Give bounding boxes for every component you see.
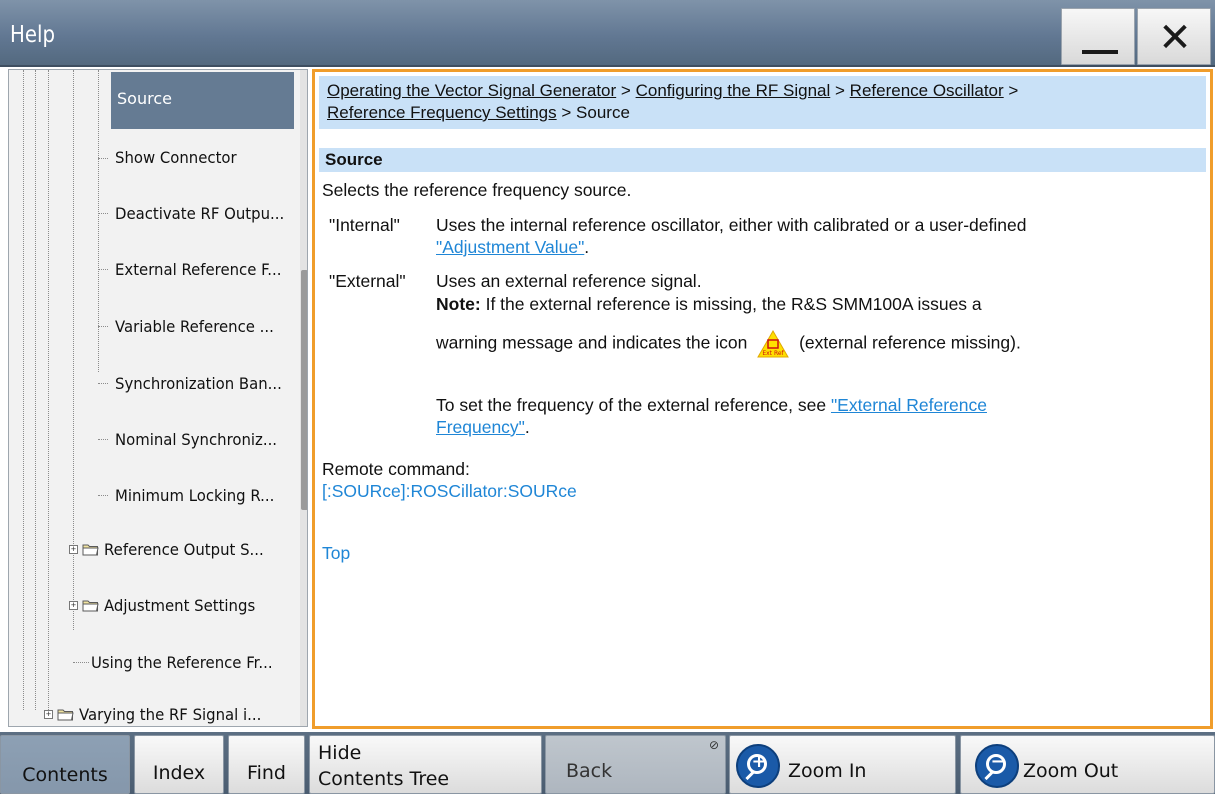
find-button[interactable]: Find xyxy=(228,735,305,794)
index-button-label: Index xyxy=(152,762,206,784)
tree-item-adjustment-settings[interactable]: Adjustment Settings xyxy=(104,590,255,622)
period: . xyxy=(524,417,530,437)
internal-description: Uses the internal reference oscillator, … xyxy=(436,215,1027,235)
index-button[interactable]: Index xyxy=(134,735,224,794)
tree-guide-line xyxy=(23,70,24,710)
bottom-toolbar: Contents Index Find Hide Contents Tree B… xyxy=(0,732,1215,794)
zoom-out-button[interactable]: − Zoom Out xyxy=(960,735,1215,794)
note-text-before-icon: warning message and indicates the icon xyxy=(436,332,748,353)
contents-tree[interactable]: Source Show Connector Deactivate RF Outp… xyxy=(8,69,308,727)
breadcrumb-separator: > xyxy=(620,81,631,100)
expand-icon[interactable]: + xyxy=(69,601,78,610)
note-text: If the external reference is missing, th… xyxy=(485,294,982,314)
tree-item-using-reference-frequency[interactable]: Using the Reference Fr... xyxy=(91,647,273,679)
note-line-2: warning message and indicates the icon E… xyxy=(436,329,1021,359)
disabled-icon: ⊘ xyxy=(708,738,719,752)
internal-link-line: "Adjustment Value". xyxy=(436,236,589,258)
tree-guide-line xyxy=(98,439,108,440)
remote-command-link[interactable]: [:SOURce]:ROSCillator:SOURce xyxy=(322,480,577,502)
folder-icon xyxy=(82,544,99,556)
period: . xyxy=(584,237,590,257)
minimize-button[interactable] xyxy=(1061,8,1135,65)
tree-guide-line xyxy=(98,326,108,327)
external-term: "External" xyxy=(329,271,406,291)
close-button[interactable]: ✕ xyxy=(1137,8,1211,65)
external-reference-frequency-link[interactable]: Frequency" xyxy=(436,417,525,437)
folder-icon xyxy=(57,709,74,721)
tree-scrollbar-thumb[interactable] xyxy=(301,270,307,510)
section-title: Source xyxy=(319,148,1206,172)
hide-button-label-line1: Hide xyxy=(318,742,362,764)
note-line: Note: If the external reference is missi… xyxy=(436,293,982,315)
back-button[interactable]: Back ⊘ xyxy=(545,735,726,794)
title-bar: Help ✕ xyxy=(0,0,1215,67)
contents-button[interactable]: Contents xyxy=(0,735,130,794)
breadcrumb-current: Source xyxy=(576,103,630,122)
note-label: Note: xyxy=(436,294,481,314)
tree-guide-line xyxy=(35,70,36,710)
minimize-icon xyxy=(1082,50,1118,54)
folder-icon xyxy=(82,600,99,612)
tree-item-variable-reference[interactable]: Variable Reference ... xyxy=(115,311,274,343)
help-content: Operating the Vector Signal Generator > … xyxy=(312,69,1213,729)
breadcrumb-link[interactable]: Configuring the RF Signal xyxy=(636,81,831,100)
breadcrumb-link[interactable]: Reference Frequency Settings xyxy=(327,103,557,122)
zoom-in-label: Zoom In xyxy=(788,760,867,782)
tree-item-minimum-locking-range[interactable]: Minimum Locking R... xyxy=(115,480,274,512)
tree-item-reference-output-settings[interactable]: Reference Output S... xyxy=(104,534,264,566)
tree-item-source-selected[interactable]: Source xyxy=(111,72,294,129)
zoom-in-button[interactable]: + Zoom In xyxy=(729,735,956,794)
internal-term: "Internal" xyxy=(329,215,400,235)
tree-guide-line xyxy=(98,383,108,384)
tree-guide-line xyxy=(98,269,108,270)
note-text-after-icon: (external reference missing). xyxy=(799,332,1021,353)
back-button-label: Back xyxy=(566,760,613,782)
tree-item-deactivate-rf-output[interactable]: Deactivate RF Outpu... xyxy=(115,198,284,230)
breadcrumb-separator: > xyxy=(835,81,845,100)
tree-guide-line xyxy=(98,495,108,496)
see-also-text: To set the frequency of the external ref… xyxy=(436,395,827,415)
breadcrumb: Operating the Vector Signal Generator > … xyxy=(319,76,1206,129)
tree-item-external-reference-frequency[interactable]: External Reference F... xyxy=(115,254,281,286)
external-description: Uses an external reference signal. xyxy=(436,271,702,291)
ext-ref-icon-caption: Ext Ref xyxy=(763,350,785,357)
see-also-line: To set the frequency of the external ref… xyxy=(436,394,987,416)
tree-guide-line xyxy=(98,158,108,159)
intro-text: Selects the reference frequency source. xyxy=(322,180,632,200)
breadcrumb-separator: > xyxy=(1008,81,1019,100)
breadcrumb-link[interactable]: Operating the Vector Signal Generator xyxy=(327,81,616,100)
find-button-label: Find xyxy=(247,762,286,784)
tree-item-varying-rf-signal[interactable]: Varying the RF Signal i... xyxy=(79,699,261,726)
breadcrumb-separator: > xyxy=(561,103,572,122)
tree-item-show-connector[interactable]: Show Connector xyxy=(115,142,237,174)
remote-command-label: Remote command: xyxy=(322,459,470,479)
zoom-out-icon: − xyxy=(975,744,1019,788)
expand-icon[interactable]: + xyxy=(69,545,78,554)
close-icon: ✕ xyxy=(1158,15,1192,61)
breadcrumb-link[interactable]: Reference Oscillator xyxy=(850,81,1004,100)
tree-item-label: Source xyxy=(117,89,172,108)
hide-button-label-line2: Contents Tree xyxy=(318,768,450,790)
zoom-in-icon: + xyxy=(736,744,780,788)
tree-guide-line xyxy=(48,70,49,710)
zoom-out-label: Zoom Out xyxy=(1023,760,1119,782)
top-link[interactable]: Top xyxy=(322,542,350,564)
see-also-line-2: Frequency". xyxy=(436,416,530,438)
tree-guide-line xyxy=(73,662,89,663)
tree-item-nominal-synchronization[interactable]: Nominal Synchroniz... xyxy=(115,424,277,456)
tree-item-synchronization-bandwidth[interactable]: Synchronization Ban... xyxy=(115,368,282,400)
expand-icon[interactable]: + xyxy=(44,710,53,719)
external-reference-frequency-link[interactable]: "External Reference xyxy=(831,395,987,415)
ext-ref-warning-icon: Ext Ref xyxy=(757,329,790,358)
adjustment-value-link[interactable]: "Adjustment Value" xyxy=(436,237,584,257)
window-title: Help xyxy=(10,22,56,48)
contents-button-label: Contents xyxy=(22,764,108,786)
hide-contents-tree-button[interactable]: Hide Contents Tree xyxy=(309,735,542,794)
tree-guide-line xyxy=(98,213,108,214)
